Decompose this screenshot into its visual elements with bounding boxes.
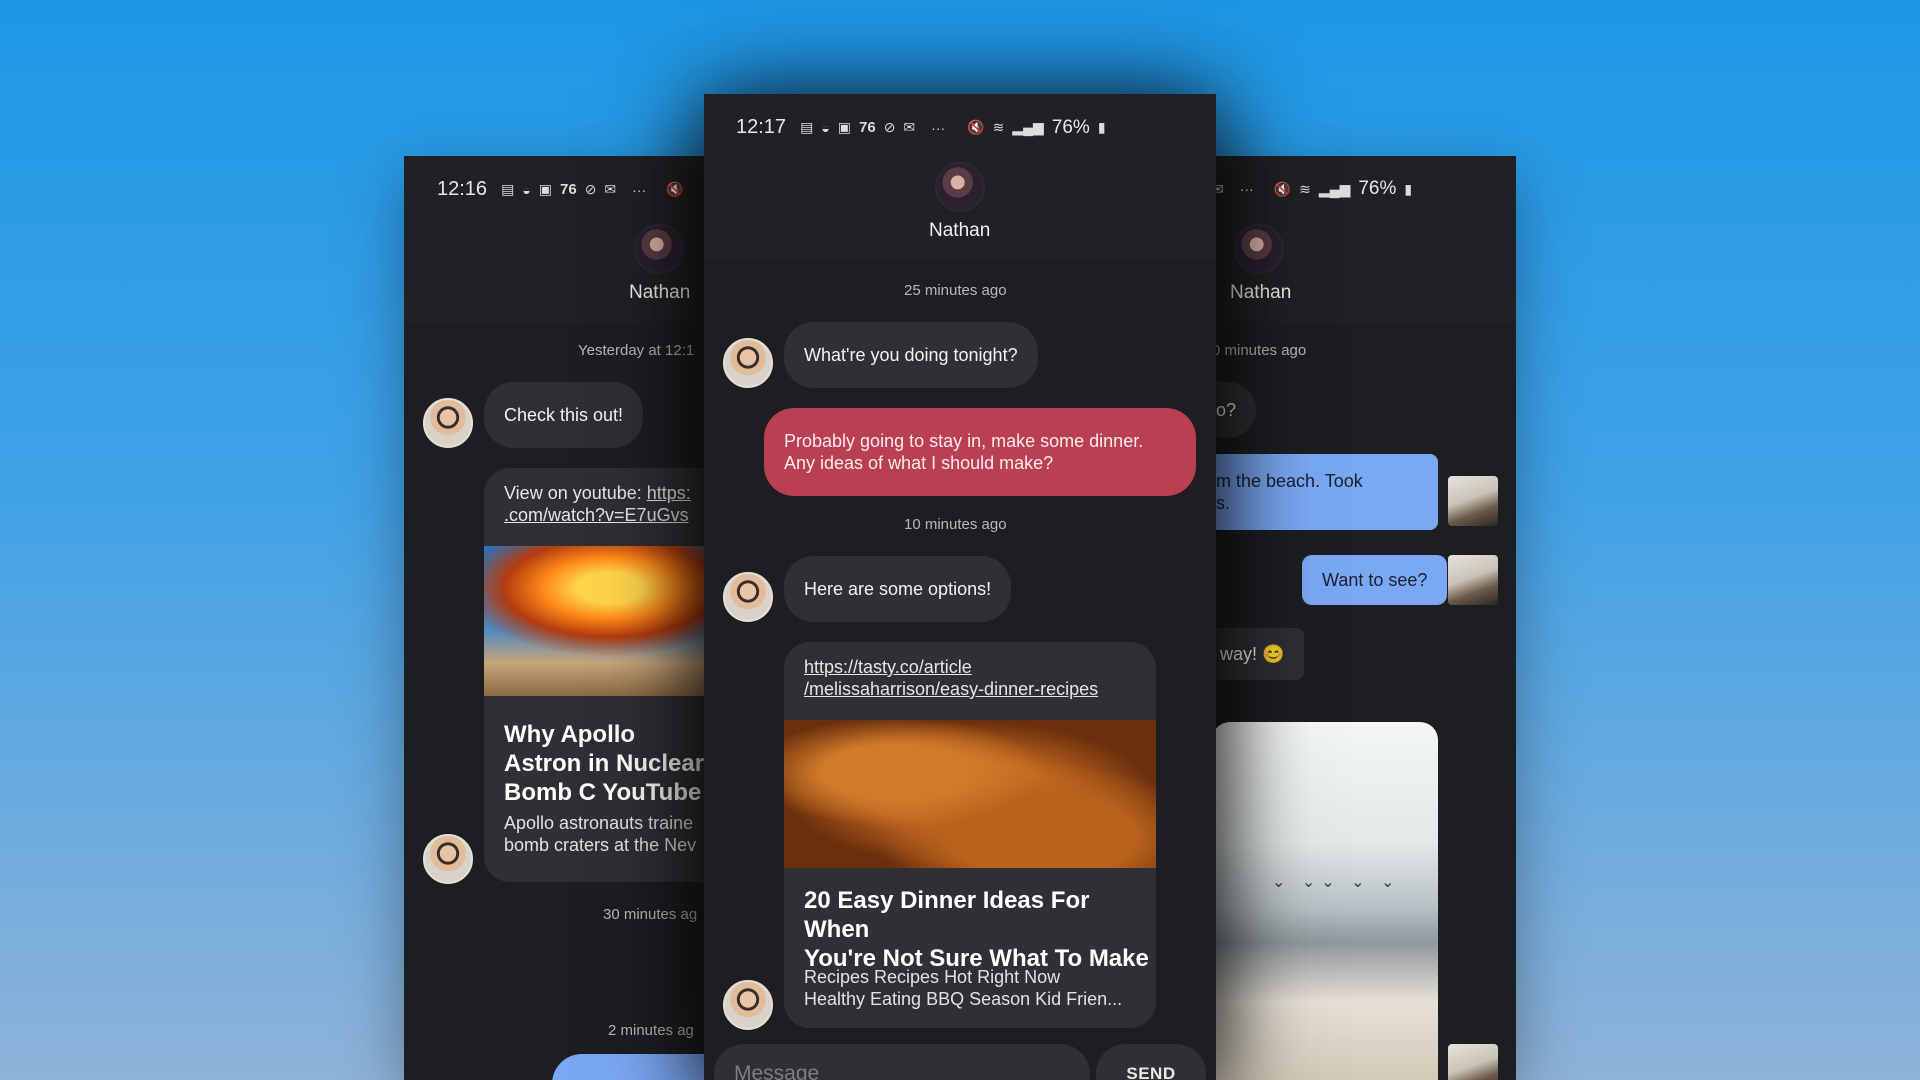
battery-level: 76% xyxy=(1358,178,1397,199)
notification-badge: 76 xyxy=(859,119,876,136)
send-button[interactable]: SEND xyxy=(1096,1044,1206,1080)
sent-message-text: Probably going to stay in, make some din… xyxy=(784,431,1144,451)
save-icon: ▣ xyxy=(837,119,851,135)
more-icon: ··· xyxy=(931,119,946,136)
sender-avatar[interactable] xyxy=(423,834,473,884)
link-preview-description-line: Recipes Recipes Hot Right Now xyxy=(804,967,1061,987)
contact-name[interactable]: Nathan xyxy=(929,220,990,242)
link-preview-image xyxy=(784,720,1156,868)
more-icon: ··· xyxy=(1239,181,1254,197)
sent-message-bubble[interactable]: Want to see? xyxy=(1302,555,1448,605)
conversation-header: 12:17 ▤ ◒ ▣ 76 ⊘ ✉ ··· 🔇 ≋ ▂▄▆ 76% ▮ Nat… xyxy=(704,94,1216,260)
sent-message-bubble[interactable]: Probably going to stay in, make some din… xyxy=(764,408,1196,496)
battery-level: 76% xyxy=(1051,116,1090,138)
mail-icon: ✉ xyxy=(903,119,916,135)
more-icon: ··· xyxy=(632,181,647,198)
battery-icon: ▮ xyxy=(1404,180,1413,197)
sender-photo-thumbnail[interactable] xyxy=(1448,555,1498,605)
contact-avatar[interactable] xyxy=(935,162,985,212)
birds-icon: ⌄ ⌄⌄ ⌄ ⌄ xyxy=(1272,874,1401,891)
link-preview-card[interactable]: https://tasty.co/article /melissaharriso… xyxy=(784,642,1156,1028)
message-icon: ▤ xyxy=(800,119,814,135)
shared-beach-photo[interactable]: ⌄ ⌄⌄ ⌄ ⌄ xyxy=(1212,722,1438,1080)
link-icon: ⊘ xyxy=(883,119,896,135)
link-url-line: /melissaharrison/easy-dinner-recipes xyxy=(804,679,1099,699)
message-input[interactable]: Message xyxy=(714,1044,1090,1080)
sent-message-text: om the beach. Took xyxy=(1206,471,1363,491)
notification-badge: 76 xyxy=(560,181,577,198)
link-preview-title: Why Apollo Astron in Nuclear Bomb C YouT… xyxy=(504,721,705,806)
link-url-continued[interactable]: .com/watch?v=E7uGvs xyxy=(504,505,689,525)
sender-photo-thumbnail[interactable] xyxy=(1448,476,1498,526)
signal-icon: ▂▄▆ xyxy=(1012,119,1044,135)
status-bar: 12:17 ▤ ◒ ▣ 76 ⊘ ✉ ··· 🔇 ≋ ▂▄▆ 76% ▮ xyxy=(736,116,1106,139)
mail-icon: ✉ xyxy=(604,181,617,197)
message-icon: ▤ xyxy=(501,181,515,197)
wifi-icon: ≋ xyxy=(1299,180,1311,197)
sent-message-text: Any ideas of what I should make? xyxy=(784,453,1054,473)
signal-icon: ▂▄▆ xyxy=(1318,180,1351,197)
message-bubble[interactable]: What're you doing tonight? xyxy=(784,322,1038,388)
link-url[interactable]: https: xyxy=(647,483,691,503)
save-icon: ▣ xyxy=(538,181,552,197)
message-bubble[interactable]: Check this out! xyxy=(484,382,644,448)
sender-photo-thumbnail[interactable] xyxy=(1448,1044,1498,1080)
link-preview-description: Apollo astronauts traine bomb craters at… xyxy=(504,813,697,855)
link-preview-title-line: 20 Easy Dinner Ideas For When xyxy=(804,887,1090,943)
link-url-line: https://tasty.co/article xyxy=(804,657,972,677)
timestamp: 10 minutes ago xyxy=(904,516,1007,533)
sender-avatar[interactable] xyxy=(723,338,773,388)
status-bar: 12:16 ▤ ◒ ▣ 76 ⊘ ✉ ··· 🔇 xyxy=(437,178,684,201)
sender-avatar[interactable] xyxy=(723,980,773,1030)
contact-avatar[interactable] xyxy=(634,224,684,274)
timestamp: 2 minutes ag xyxy=(608,1022,694,1039)
contact-avatar[interactable] xyxy=(1234,224,1284,274)
contact-name[interactable]: Nathan xyxy=(629,282,690,304)
link-preview-url[interactable]: https://tasty.co/article /melissaharriso… xyxy=(804,656,1098,700)
link-icon: ⊘ xyxy=(584,181,597,197)
status-time: 12:16 xyxy=(437,178,488,200)
status-bar: ✉ ··· 🔇 ≋ ▂▄▆ 76% ▮ xyxy=(1212,178,1412,200)
battery-icon: ▮ xyxy=(1097,119,1106,135)
sender-avatar[interactable] xyxy=(723,572,773,622)
timestamp: Yesterday at 12:1 xyxy=(578,342,695,359)
link-preview-description-line: Healthy Eating BBQ Season Kid Frien... xyxy=(804,989,1123,1009)
message-bubble[interactable]: Here are some options! xyxy=(784,556,1012,622)
timestamp: 25 minutes ago xyxy=(904,282,1007,299)
link-prefix: View on youtube: xyxy=(504,483,647,503)
mute-icon: 🔇 xyxy=(1273,180,1292,197)
wifi-icon: ≋ xyxy=(992,119,1005,135)
link-preview-description: Recipes Recipes Hot Right Now Healthy Ea… xyxy=(804,966,1154,1010)
timestamp: 30 minutes ag xyxy=(603,906,698,923)
link-preview-title: 20 Easy Dinner Ideas For When You're Not… xyxy=(804,886,1154,973)
status-time: 12:17 xyxy=(736,116,787,138)
mute-icon: 🔇 xyxy=(967,119,985,135)
timestamp: 0 minutes ago xyxy=(1212,342,1307,359)
game-icon: ◒ xyxy=(821,119,830,136)
link-preview-url[interactable]: View on youtube: https: .com/watch?v=E7u… xyxy=(504,482,691,526)
center-phone-screen: 12:17 ▤ ◒ ▣ 76 ⊘ ✉ ··· 🔇 ≋ ▂▄▆ 76% ▮ Nat… xyxy=(704,94,1216,1080)
mute-icon: 🔇 xyxy=(666,181,684,197)
contact-name[interactable]: Nathan xyxy=(1230,282,1291,304)
sender-avatar[interactable] xyxy=(423,398,473,448)
game-icon: ◒ xyxy=(522,181,531,198)
